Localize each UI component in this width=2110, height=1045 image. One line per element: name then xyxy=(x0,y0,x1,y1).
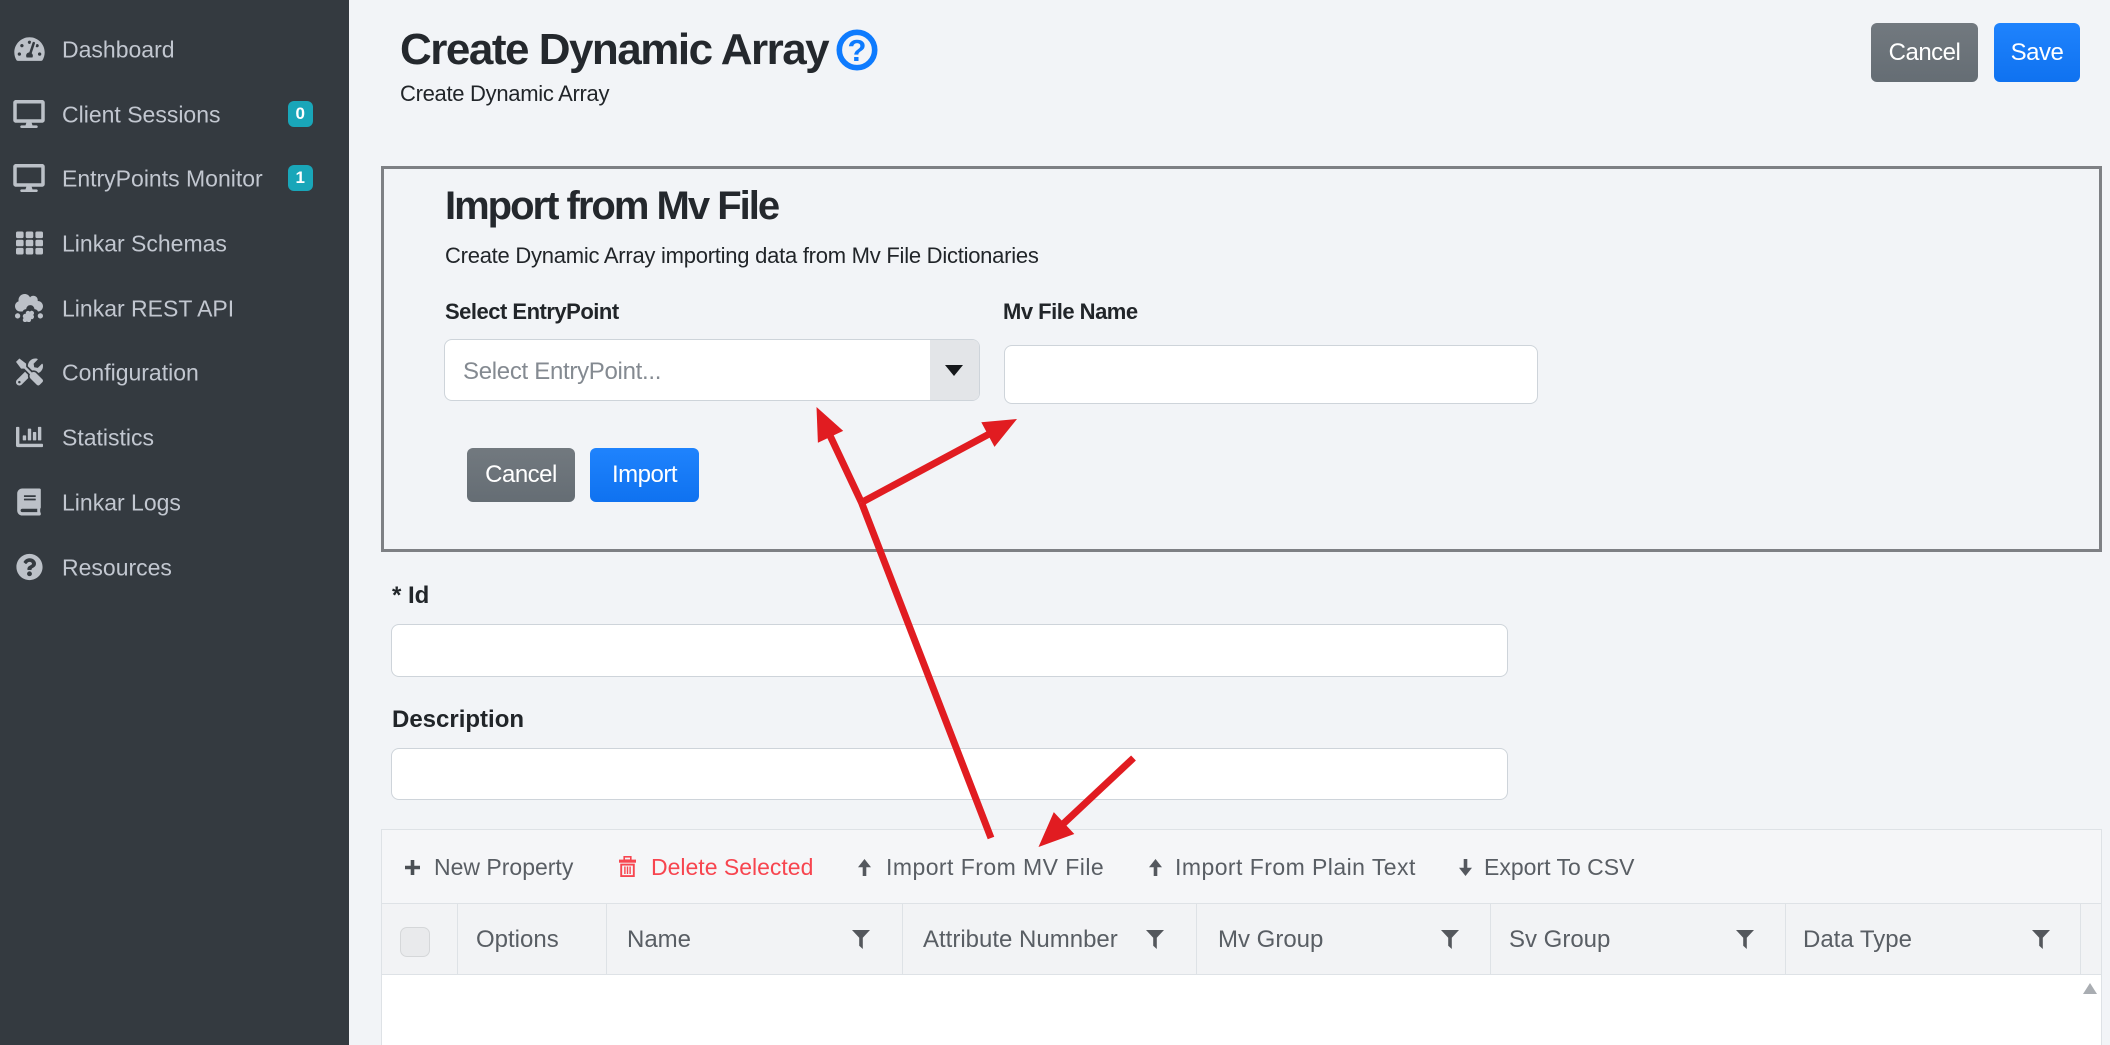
svg-text:?: ? xyxy=(848,33,867,68)
